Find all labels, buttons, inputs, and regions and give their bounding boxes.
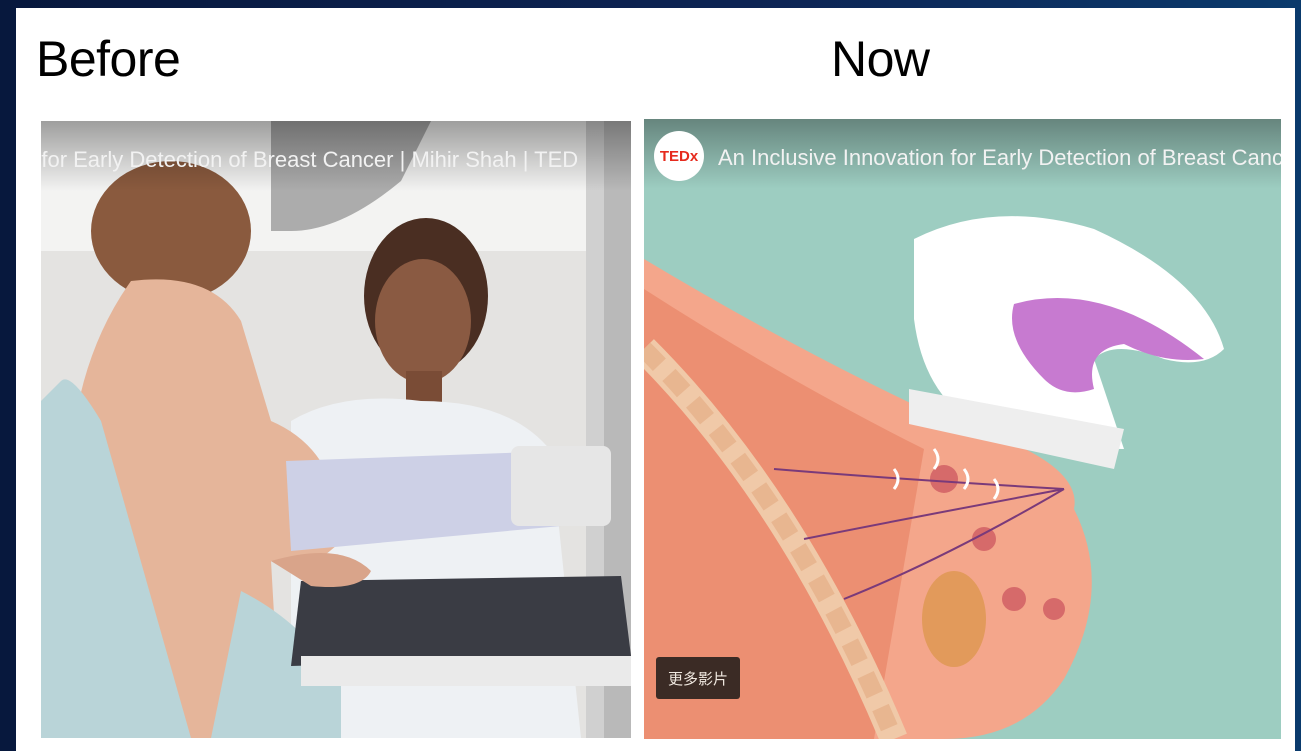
tedx-logo[interactable]: TEDx	[654, 131, 704, 181]
now-video-player[interactable]: TEDx An Inclusive Innovation for Early D…	[644, 119, 1281, 739]
slide: Before Now n for Early Detection of Brea…	[16, 8, 1295, 751]
before-video-player[interactable]: n for Early Detection of Breast Cancer |…	[41, 121, 631, 738]
video-title[interactable]: An Inclusive Innovation for Early Detect…	[718, 145, 1281, 171]
mammography-illustration	[41, 121, 631, 738]
more-videos-button[interactable]: 更多影片	[656, 657, 740, 699]
now-heading: Now	[831, 31, 930, 87]
video-title[interactable]: n for Early Detection of Breast Cancer |…	[41, 147, 578, 173]
before-heading: Before	[36, 31, 181, 87]
ultrasound-illustration	[644, 119, 1281, 739]
